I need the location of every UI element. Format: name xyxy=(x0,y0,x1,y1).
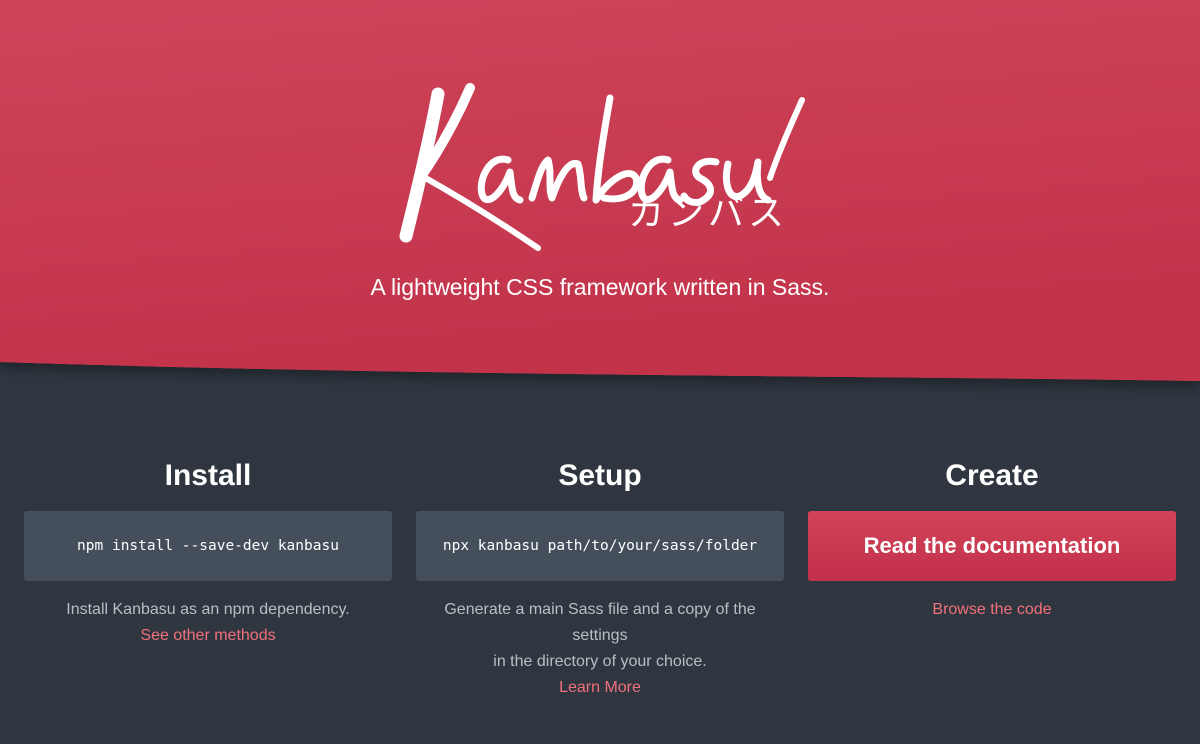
install-description-text: Install Kanbasu as an npm dependency. xyxy=(66,601,350,618)
install-description: Install Kanbasu as an npm dependency. Se… xyxy=(24,597,392,649)
install-column: Install npm install --save-dev kanbasu I… xyxy=(24,455,392,649)
see-other-methods-link[interactable]: See other methods xyxy=(24,623,392,649)
hero-tagline: A lightweight CSS framework written in S… xyxy=(370,274,830,300)
setup-description-line-1: Generate a main Sass file and a copy of … xyxy=(444,601,756,644)
read-documentation-button[interactable]: Read the documentation xyxy=(808,511,1176,581)
browse-code-link[interactable]: Browse the code xyxy=(808,597,1176,623)
setup-title: Setup xyxy=(558,459,642,492)
logo-kana: カンバス xyxy=(628,193,789,234)
create-title: Create xyxy=(945,459,1039,492)
learn-more-link[interactable]: Learn More xyxy=(416,675,784,701)
create-column: Create Read the documentation Browse the… xyxy=(808,455,1176,623)
install-command-box[interactable]: npm install --save-dev kanbasu xyxy=(24,511,392,581)
page: カンバス A lightweight CSS framework written… xyxy=(0,0,1200,744)
setup-description: Generate a main Sass file and a copy of … xyxy=(416,597,784,701)
setup-column: Setup npx kanbasu path/to/your/sass/fold… xyxy=(416,455,784,701)
install-title: Install xyxy=(164,459,252,492)
setup-description-line-2: in the directory of your choice. xyxy=(493,653,707,670)
setup-command-box[interactable]: npx kanbasu path/to/your/sass/folder xyxy=(416,511,784,581)
